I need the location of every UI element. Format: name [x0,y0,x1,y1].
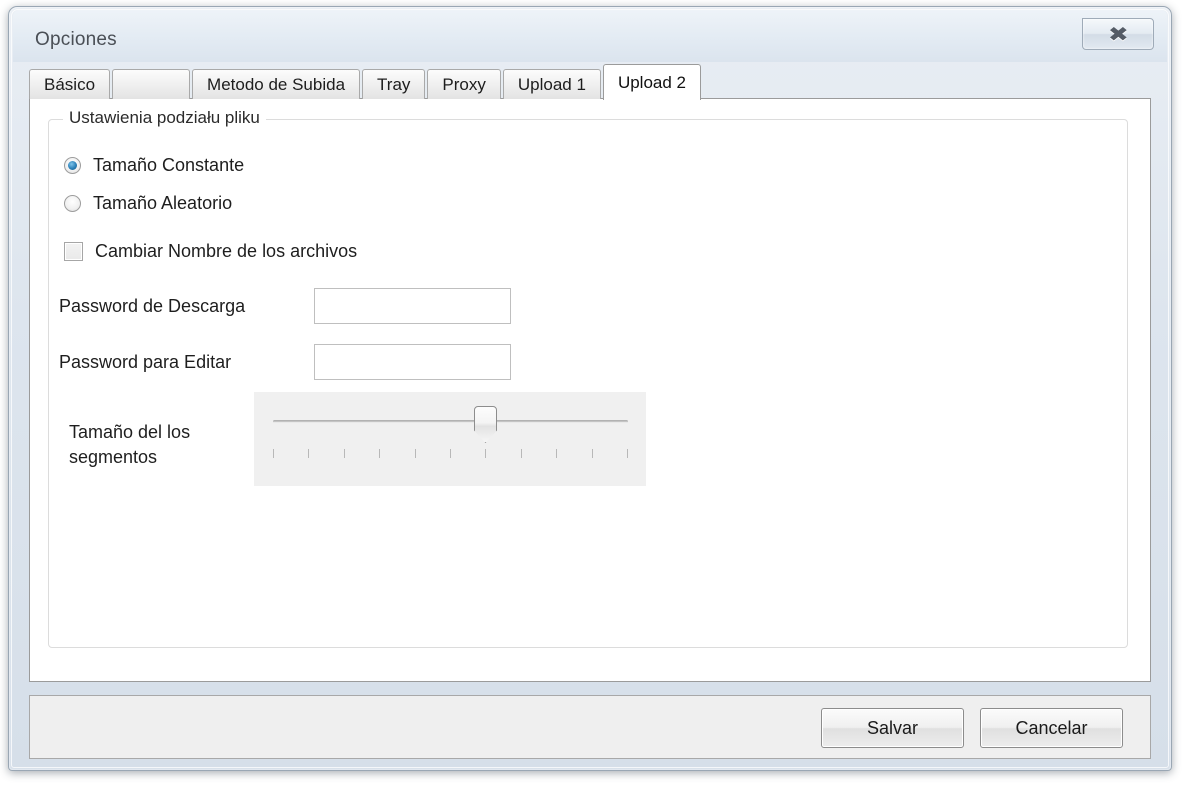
tab-label: Tray [377,74,411,94]
slider-tick [344,449,345,458]
group-legend: Ustawienia podziału pliku [63,108,266,128]
dialog-button-bar: Salvar Cancelar [29,695,1151,759]
radio-indicator-icon [64,195,81,212]
tab-basico[interactable]: Básico [29,69,111,99]
close-x-icon: ✖ [1107,22,1129,46]
dialog-client-area: Básico Metodo de Subida Tray Proxy Uploa… [29,63,1151,759]
tab-upload-2[interactable]: Upload 2 [602,64,701,100]
slider-tick [273,449,274,458]
tab-strip: Básico Metodo de Subida Tray Proxy Uploa… [29,63,1151,100]
tab-label: Básico [44,74,96,94]
password-editar-input[interactable] [314,344,511,380]
segment-size-slider-panel [254,392,646,486]
slider-tick [592,449,593,458]
slider-tick [379,449,380,458]
tab-label: Upload 2 [617,72,686,92]
checkbox-cambiar-nombre[interactable]: Cambiar Nombre de los archivos [64,241,357,262]
field-row-password-editar: Password para Editar [59,344,511,380]
tab-metodo-de-subida[interactable]: Metodo de Subida [192,69,361,99]
tab-label: Metodo de Subida [207,74,346,94]
checkbox-indicator-icon [64,242,83,261]
slider-tick [415,449,416,458]
slider-tick [521,449,522,458]
slider-tick-marks [273,449,628,459]
tab-blank[interactable] [112,69,191,99]
slider-tick [308,449,309,458]
tab-tray[interactable]: Tray [362,69,426,99]
tab-label: Upload 1 [517,74,586,94]
options-dialog-window: Opciones ✖ Básico Metodo de Subida Tray … [8,6,1172,771]
radio-label: Tamaño Constante [93,155,245,175]
slider-thumb-shape [474,406,497,443]
password-editar-label: Password para Editar [59,351,232,372]
file-split-settings-group: Ustawienia podziału pliku Tamaño Constan… [48,108,1128,648]
segment-size-label: Tamaño del los segmentos [69,422,191,467]
slider-tick [485,449,486,458]
field-row-password-descarga: Password de Descarga [59,288,511,324]
checkbox-label: Cambiar Nombre de los archivos [95,241,358,261]
tab-upload-1[interactable]: Upload 1 [502,69,601,99]
radio-tamano-constante[interactable]: Tamaño Constante [64,155,244,176]
save-button[interactable]: Salvar [821,708,964,748]
password-descarga-input[interactable] [314,288,511,324]
slider-thumb[interactable] [474,406,497,443]
radio-indicator-icon [64,157,81,174]
slider-tick [627,449,628,458]
tab-proxy[interactable]: Proxy [427,69,501,99]
window-title: Opciones [35,29,117,50]
tab-page-upload-2: Ustawienia podziału pliku Tamaño Constan… [29,98,1151,682]
radio-tamano-aleatorio[interactable]: Tamaño Aleatorio [64,193,232,214]
close-button[interactable]: ✖ [1082,18,1154,50]
tab-label: Proxy [442,74,486,94]
slider-tick [556,449,557,458]
slider-track[interactable] [273,420,628,423]
title-bar: Opciones ✖ [13,10,1167,62]
slider-tick [450,449,451,458]
password-descarga-label: Password de Descarga [59,295,246,316]
cancel-button[interactable]: Cancelar [980,708,1123,748]
radio-label: Tamaño Aleatorio [93,193,233,213]
